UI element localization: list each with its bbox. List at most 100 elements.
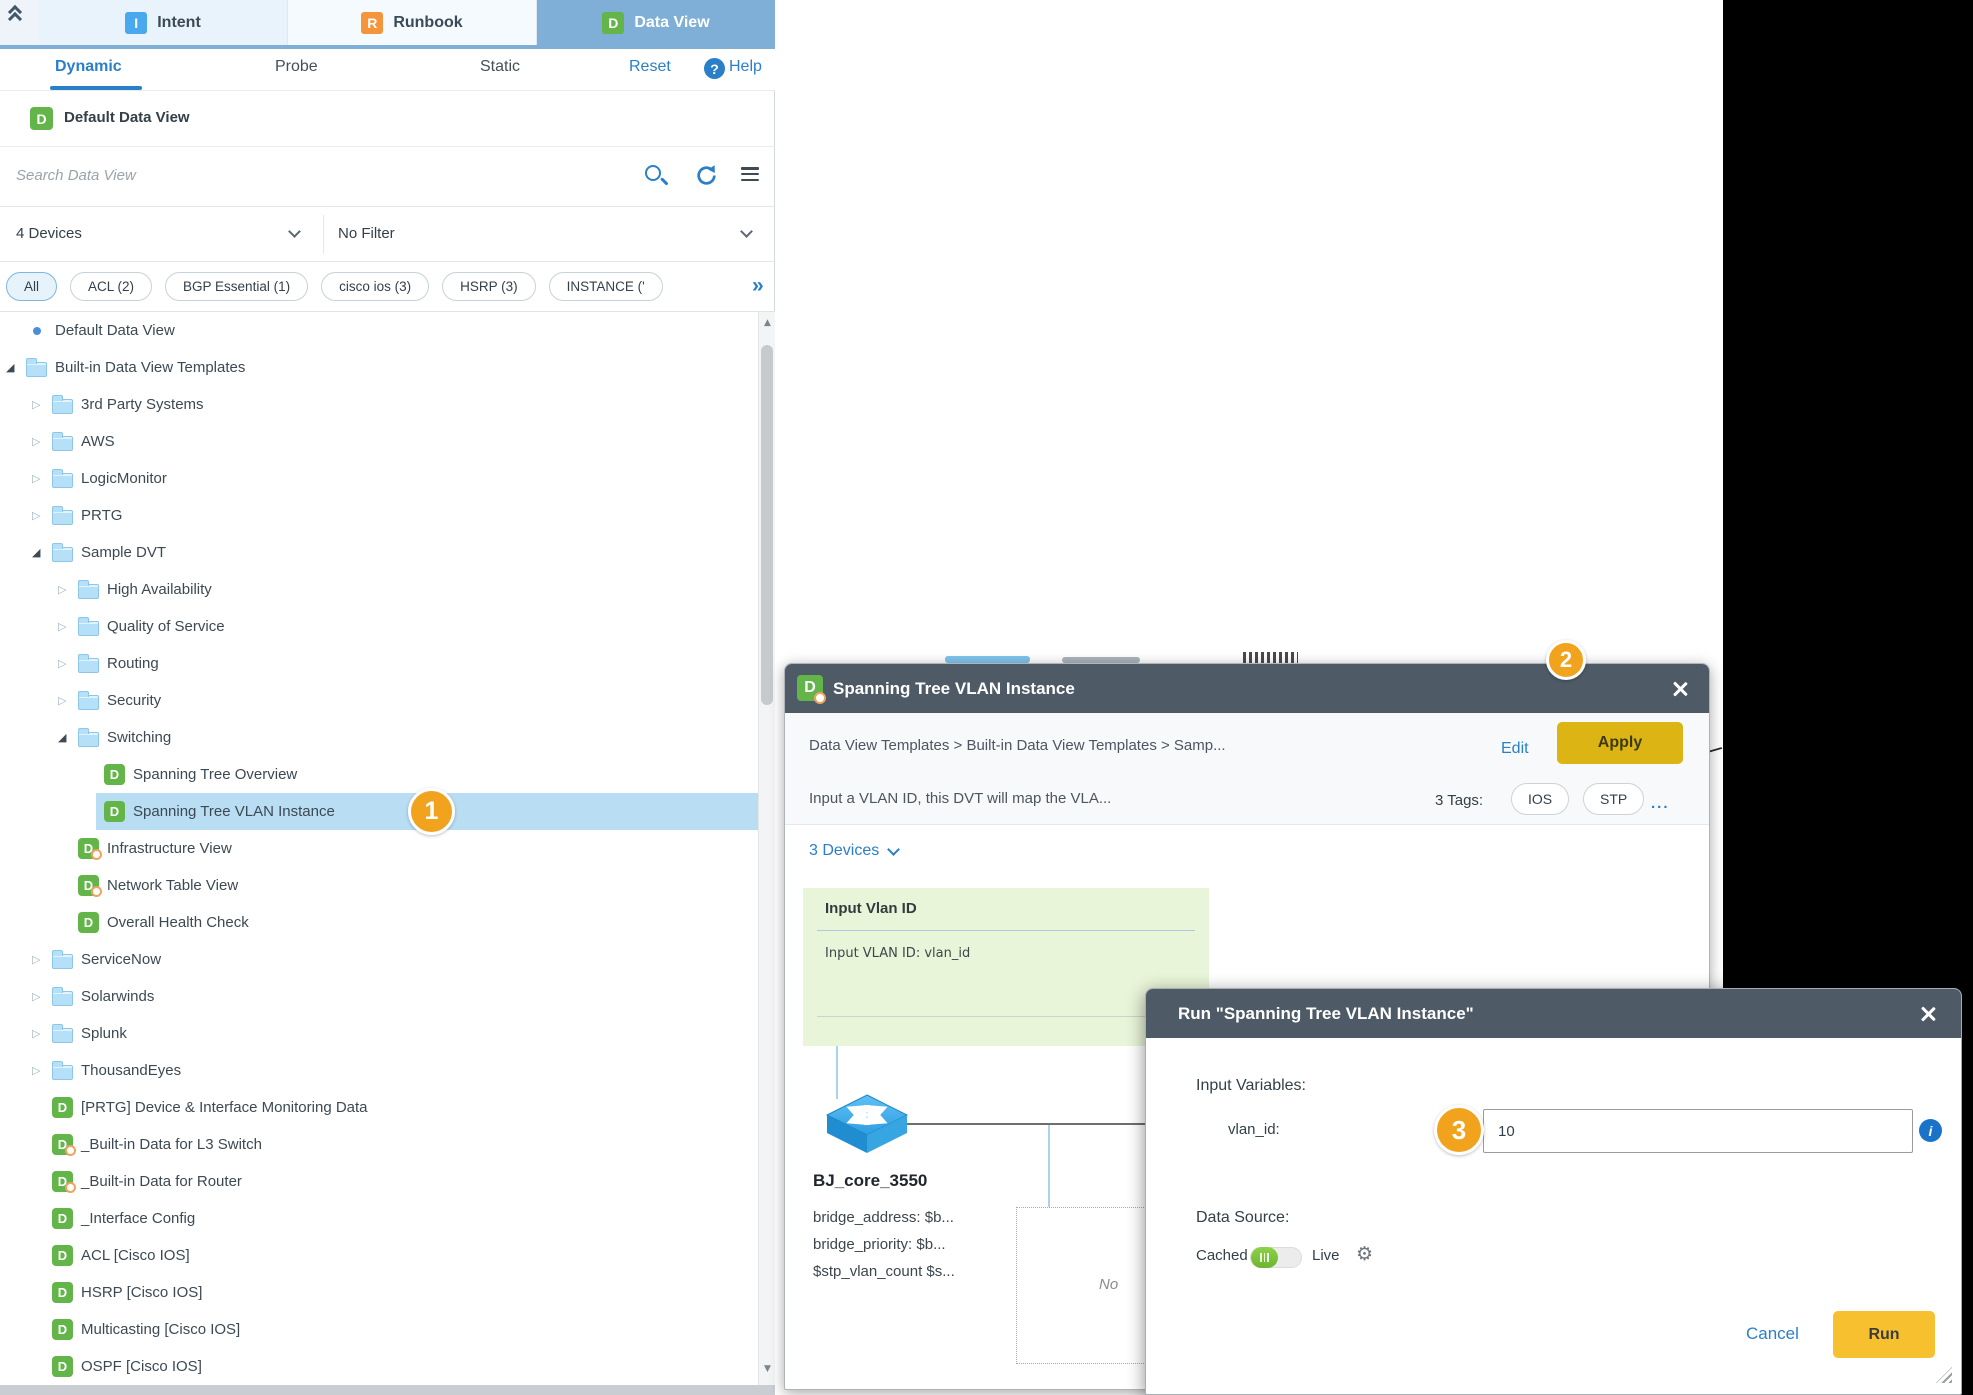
edit-link[interactable]: Edit [1501,740,1529,758]
tree-expander-icon[interactable] [32,978,52,1015]
resize-grip[interactable] [1936,1367,1952,1383]
tree-item[interactable]: Switching [0,719,758,756]
filter-chip[interactable]: cisco ios (3) [321,272,429,301]
scroll-down-icon[interactable]: ▼ [759,1364,776,1374]
tree-item-icon [104,800,130,824]
filter-dropdown[interactable]: No Filter [338,225,395,242]
reset-button[interactable]: Reset [629,58,671,76]
tree-item[interactable]: ThousandEyes [0,1052,758,1089]
tree-expander-icon[interactable] [32,1015,52,1052]
tree-expander-icon[interactable] [58,719,78,756]
help-link[interactable]: Help [729,58,762,76]
tree-item[interactable]: Routing [0,645,758,682]
tree-item[interactable]: ACL [Cisco IOS] [0,1237,758,1274]
more-tags-link[interactable]: ... [1651,795,1670,812]
tree-item[interactable]: Infrastructure View [0,830,758,867]
device-name[interactable]: BJ_core_3550 [813,1171,927,1191]
menu-icon[interactable] [741,167,759,181]
device-attributes: bridge_address: $b... bridge_priority: $… [813,1204,955,1285]
filter-chip[interactable]: BGP Essential (1) [165,272,308,301]
tab-data-view[interactable]: D Data View [537,0,775,45]
device-attribute: bridge_address: $b... [813,1204,955,1231]
tree-expander-icon[interactable] [32,1052,52,1089]
tree-expander-icon[interactable] [32,534,52,571]
tree-item[interactable]: Security [0,682,758,719]
info-icon[interactable]: i [1919,1119,1942,1142]
tree-item[interactable]: OSPF [Cisco IOS] [0,1348,758,1385]
close-icon[interactable] [1919,1005,1937,1023]
tab-intent[interactable]: I Intent [39,0,288,45]
tree-expander-icon[interactable] [32,941,52,978]
tree-item[interactable]: PRTG [0,497,758,534]
search-input[interactable]: Search Data View [16,167,136,184]
tree-expander-icon[interactable] [32,423,52,460]
devices-dropdown[interactable]: 3 Devices [809,842,898,860]
close-icon[interactable] [1671,680,1689,698]
tree-item[interactable]: Solarwinds [0,978,758,1015]
tree-scrollbar[interactable]: ▲ ▼ [758,312,775,1385]
filter-chip[interactable]: All [6,272,57,301]
switch-device-icon[interactable] [825,1093,909,1157]
subtab-dynamic[interactable]: Dynamic [55,58,122,76]
tree-expander-icon[interactable] [32,460,52,497]
tree-item[interactable]: HSRP [Cisco IOS] [0,1274,758,1311]
device-scope-chevron-icon[interactable] [288,225,301,238]
cancel-button[interactable]: Cancel [1746,1324,1799,1344]
tree-expander-icon[interactable] [58,682,78,719]
data-source-toggle[interactable] [1250,1247,1302,1268]
refresh-icon[interactable] [694,163,719,188]
tree-item[interactable]: AWS [0,423,758,460]
tree-item[interactable]: 3rd Party Systems [0,386,758,423]
tree-expander-icon[interactable] [58,608,78,645]
gear-icon[interactable]: ⚙ [1356,1243,1373,1265]
toggle-knob[interactable] [1251,1247,1278,1268]
tree-expander-icon[interactable] [58,571,78,608]
tree-item[interactable]: [PRTG] Device & Interface Monitoring Dat… [0,1089,758,1126]
device-scope-dropdown[interactable]: 4 Devices [16,225,82,242]
apply-button[interactable]: Apply [1557,722,1683,764]
popup-meta-section: Data View Templates > Built-in Data View… [785,713,1709,825]
subtab-static[interactable]: Static [480,58,520,76]
tree-item[interactable]: _Built-in Data for Router [0,1163,758,1200]
scrollbar-thumb[interactable] [761,345,773,705]
tree-item[interactable]: Quality of Service [0,608,758,645]
tree-item[interactable]: Default Data View [0,312,758,349]
scroll-up-icon[interactable]: ▲ [759,318,776,328]
popup-title: Spanning Tree VLAN Instance [833,679,1075,699]
tab-runbook[interactable]: R Runbook [288,0,537,45]
tree-item[interactable]: Built-in Data View Templates [0,349,758,386]
filter-chip[interactable]: ACL (2) [70,272,152,301]
help-icon[interactable]: ? [704,58,725,79]
input-variables-label: Input Variables: [1196,1077,1306,1095]
vlan-id-input[interactable] [1483,1109,1913,1153]
tree-item[interactable]: Spanning Tree VLAN Instance 1 [0,793,758,830]
tree-item[interactable]: Network Table View [0,867,758,904]
more-chips-icon[interactable]: » [752,273,764,299]
filter-chip[interactable]: INSTANCE (' [549,272,663,301]
tree-item[interactable]: ServiceNow [0,941,758,978]
tree-item[interactable]: _Built-in Data for L3 Switch [0,1126,758,1163]
tree-item[interactable]: Overall Health Check [0,904,758,941]
tree-item[interactable]: Sample DVT [0,534,758,571]
tag-chip-stp[interactable]: STP [1583,783,1644,815]
tree-expander-icon[interactable] [32,497,52,534]
tree-expander-icon[interactable] [58,645,78,682]
tree-item[interactable]: _Interface Config [0,1200,758,1237]
filter-chevron-icon[interactable] [740,225,753,238]
search-icon[interactable] [643,163,669,189]
tag-chip-ios[interactable]: IOS [1511,783,1569,815]
filter-chip[interactable]: HSRP (3) [442,272,536,301]
tree-item[interactable]: LogicMonitor [0,460,758,497]
tree-item[interactable]: High Availability [0,571,758,608]
tree-item[interactable]: Spanning Tree Overview [0,756,758,793]
tree-expander-icon[interactable] [6,349,26,386]
tree-item[interactable]: Multicasting [Cisco IOS] [0,1311,758,1348]
run-dialog-header[interactable]: Run "Spanning Tree VLAN Instance" [1146,989,1961,1038]
tree-expander-icon[interactable] [32,386,52,423]
subtab-probe[interactable]: Probe [275,58,318,76]
tree-item[interactable]: Splunk [0,1015,758,1052]
run-button[interactable]: Run [1833,1311,1935,1358]
collapse-panel-icon[interactable] [0,0,30,30]
horizontal-scrollbar[interactable] [0,1385,775,1395]
divider [817,930,1195,931]
